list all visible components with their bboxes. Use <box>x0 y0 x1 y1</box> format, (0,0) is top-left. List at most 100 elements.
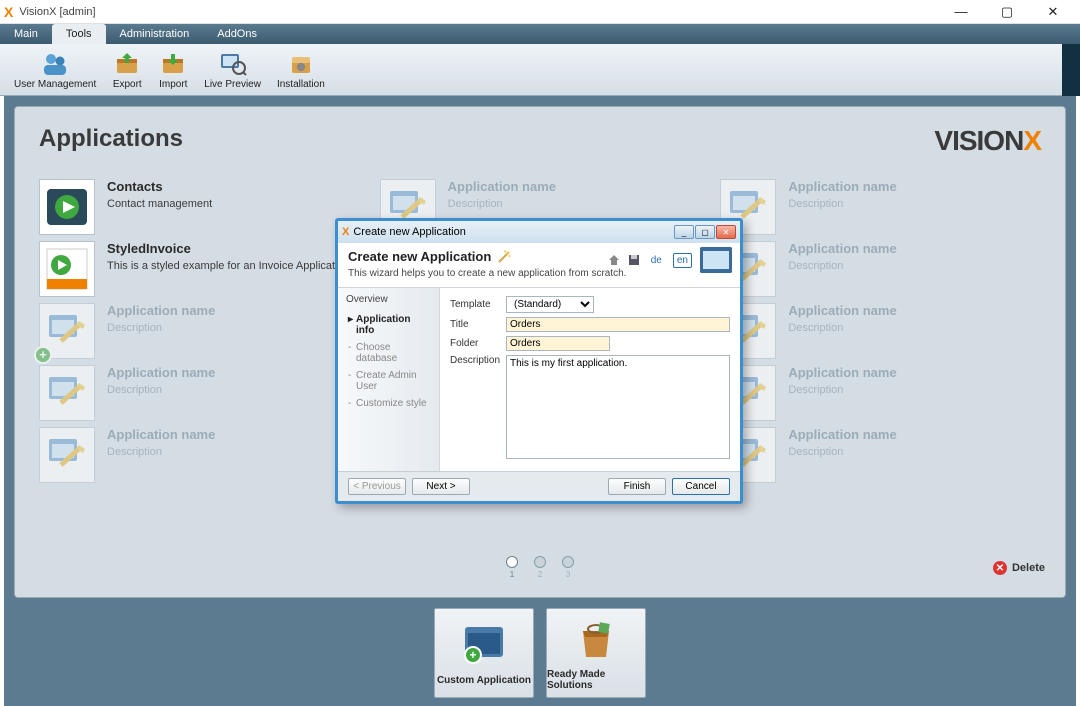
step-create-admin-user[interactable]: Create Admin User <box>346 367 431 395</box>
delete-button[interactable]: ✕ Delete <box>993 561 1045 575</box>
menu-tab-tools[interactable]: Tools <box>52 24 106 44</box>
app-item[interactable]: StyledInvoice This is a styled example fo… <box>39 241 360 297</box>
menu-tab-addons[interactable]: AddOns <box>203 24 271 44</box>
tool-live-preview[interactable]: Live Preview <box>196 47 269 92</box>
wizard-steps: Overview Application info Choose databas… <box>338 288 440 471</box>
tool-import[interactable]: Import <box>150 47 196 92</box>
app-item[interactable]: + Application name Description <box>39 303 360 359</box>
app-description: Description <box>788 446 896 458</box>
step-choose-database[interactable]: Choose database <box>346 339 431 367</box>
window-maximize-button[interactable]: ▢ <box>984 0 1030 24</box>
lang-de[interactable]: de <box>648 254 665 267</box>
app-description: Description <box>788 322 896 334</box>
tool-label: Installation <box>277 79 325 90</box>
app-icon: + <box>39 303 95 359</box>
app-item[interactable]: Application name Description <box>720 179 1041 235</box>
title-input[interactable] <box>506 317 730 332</box>
app-title: StyledInvoice <box>107 241 350 256</box>
app-item[interactable]: Application name Description <box>39 427 360 483</box>
app-description: Description <box>107 384 215 396</box>
app-description: This is a styled example for an Invoice … <box>107 260 350 272</box>
app-item[interactable]: Application nameDescription <box>720 303 1041 359</box>
app-title: Application name <box>107 365 215 380</box>
app-description: Description <box>107 322 215 334</box>
brand-logo: VISIONX <box>934 125 1041 157</box>
label-folder: Folder <box>450 338 506 349</box>
bottom-actions: + Custom Application Ready Made Solution… <box>14 608 1066 698</box>
app-title: Application name <box>448 179 556 194</box>
tool-installation[interactable]: Installation <box>269 47 333 92</box>
tool-label: User Management <box>14 79 96 90</box>
menu-tab-main[interactable]: Main <box>0 24 52 44</box>
previous-button: < Previous <box>348 478 406 495</box>
window-minimize-button[interactable]: — <box>938 0 984 24</box>
tool-label: Import <box>159 79 187 90</box>
app-icon <box>39 365 95 421</box>
description-textarea[interactable]: This is my first application. <box>506 355 730 459</box>
bag-icon <box>572 615 620 663</box>
window-close-button[interactable]: ✕ <box>1030 0 1076 24</box>
lang-en[interactable]: en <box>673 253 692 268</box>
steps-title: Overview <box>346 294 431 305</box>
import-icon <box>158 49 188 79</box>
app-item[interactable]: Application name Description <box>720 365 1041 421</box>
app-logo-icon: X <box>4 4 13 20</box>
app-description: Description <box>788 198 896 210</box>
dialog-hero-icon <box>700 247 732 273</box>
window-title: VisionX [admin] <box>19 6 95 18</box>
cancel-button[interactable]: Cancel <box>672 478 730 495</box>
app-description: Description <box>788 260 896 272</box>
wand-icon <box>497 250 511 264</box>
custom-application-button[interactable]: + Custom Application <box>434 608 534 698</box>
app-icon <box>39 179 95 235</box>
dialog-heading: Create new Application <box>348 249 626 264</box>
app-title: Application name <box>788 179 896 194</box>
app-title: Application name <box>107 427 215 442</box>
dialog-titlebar[interactable]: X Create new Application _ ▢ ✕ <box>338 221 740 243</box>
app-item[interactable]: Contacts Contact management <box>39 179 360 235</box>
ready-made-solutions-button[interactable]: Ready Made Solutions <box>546 608 646 698</box>
app-item[interactable]: Application nameDescription <box>720 427 1041 483</box>
app-description: Contact management <box>107 198 212 210</box>
app-icon <box>39 241 95 297</box>
save-icon[interactable] <box>628 254 640 266</box>
dialog-header: Create new Application This wizard helps… <box>338 243 740 288</box>
app-description: Description <box>788 384 896 396</box>
app-title: Application name <box>788 241 896 256</box>
tool-label: Live Preview <box>204 79 261 90</box>
dialog-body: Overview Application info Choose databas… <box>338 288 740 471</box>
next-button[interactable]: Next > <box>412 478 470 495</box>
window-titlebar: X VisionX [admin] — ▢ ✕ <box>0 0 1080 24</box>
toolbar: User Management Export Import Live Previ… <box>0 44 1080 96</box>
step-application-info[interactable]: Application info <box>346 311 431 339</box>
tool-user-management[interactable]: User Management <box>6 47 104 92</box>
app-title: Application name <box>107 303 215 318</box>
app-icon <box>39 427 95 483</box>
menu-tab-administration[interactable]: Administration <box>106 24 204 44</box>
dialog-maximize-button[interactable]: ▢ <box>695 225 715 239</box>
app-title: Contacts <box>107 179 212 194</box>
app-title: Application name <box>788 365 896 380</box>
finish-button[interactable]: Finish <box>608 478 666 495</box>
users-icon <box>40 49 70 79</box>
pager-dot-2[interactable] <box>534 556 546 568</box>
app-item[interactable]: Application name Description <box>720 241 1041 297</box>
label-description: Description <box>450 355 506 366</box>
app-item[interactable]: Application name Description <box>39 365 360 421</box>
preview-icon <box>218 49 248 79</box>
tool-export[interactable]: Export <box>104 47 150 92</box>
pager-dot-1[interactable] <box>506 556 518 568</box>
label-title: Title <box>450 319 506 330</box>
template-select[interactable]: (Standard) <box>506 296 594 313</box>
step-customize-style[interactable]: Customize style <box>346 395 431 412</box>
folder-input[interactable] <box>506 336 610 351</box>
app-description: Description <box>107 446 215 458</box>
dialog-minimize-button[interactable]: _ <box>674 225 694 239</box>
pager-dot-3[interactable] <box>562 556 574 568</box>
dialog-title: Create new Application <box>353 226 466 238</box>
add-badge-icon: + <box>34 346 52 364</box>
dialog-close-button[interactable]: ✕ <box>716 225 736 239</box>
home-icon[interactable] <box>608 254 620 266</box>
svg-text:+: + <box>469 648 476 662</box>
pager: 1 2 3 <box>506 556 574 579</box>
